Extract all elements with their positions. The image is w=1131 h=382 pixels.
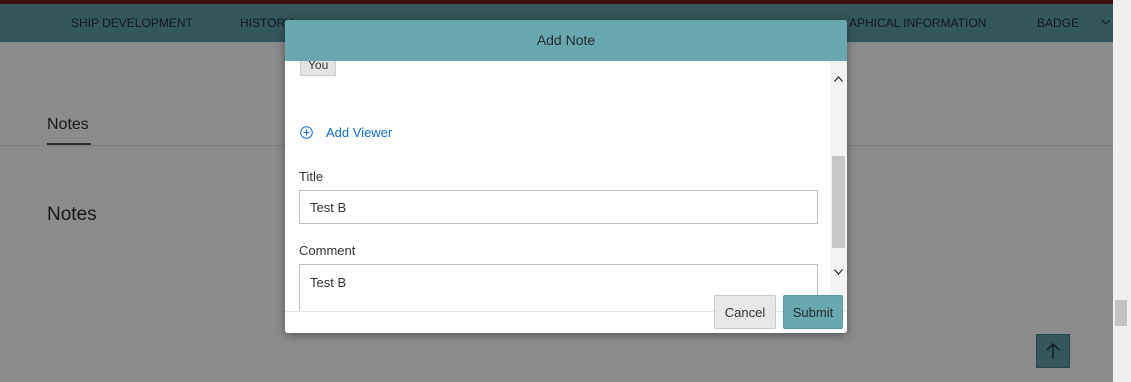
page: SHIP DEVELOPMENT HISTORY APHICAL INFORMA… (0, 0, 1131, 382)
dialog-body: You Add Viewer Title Comment Test B (285, 61, 830, 311)
scroll-down-arrow-icon[interactable] (833, 266, 844, 277)
page-scrollbar-thumb[interactable] (1115, 300, 1127, 326)
comment-label: Comment (299, 243, 356, 258)
scroll-up-arrow-icon[interactable] (833, 74, 844, 85)
dialog-scrollbar-thumb[interactable] (832, 156, 845, 248)
add-note-dialog: Add Note You Add Viewer Title Comment Te… (285, 20, 847, 333)
cancel-button[interactable]: Cancel (714, 295, 776, 329)
add-viewer-link[interactable]: Add Viewer (300, 125, 392, 140)
add-viewer-label: Add Viewer (326, 125, 393, 140)
title-label: Title (299, 169, 324, 184)
title-input[interactable] (299, 190, 818, 224)
viewer-chip[interactable]: You (300, 61, 337, 76)
submit-button[interactable]: Submit (783, 295, 843, 329)
dialog-title: Add Note (285, 20, 847, 61)
plus-circle-icon (300, 126, 313, 139)
